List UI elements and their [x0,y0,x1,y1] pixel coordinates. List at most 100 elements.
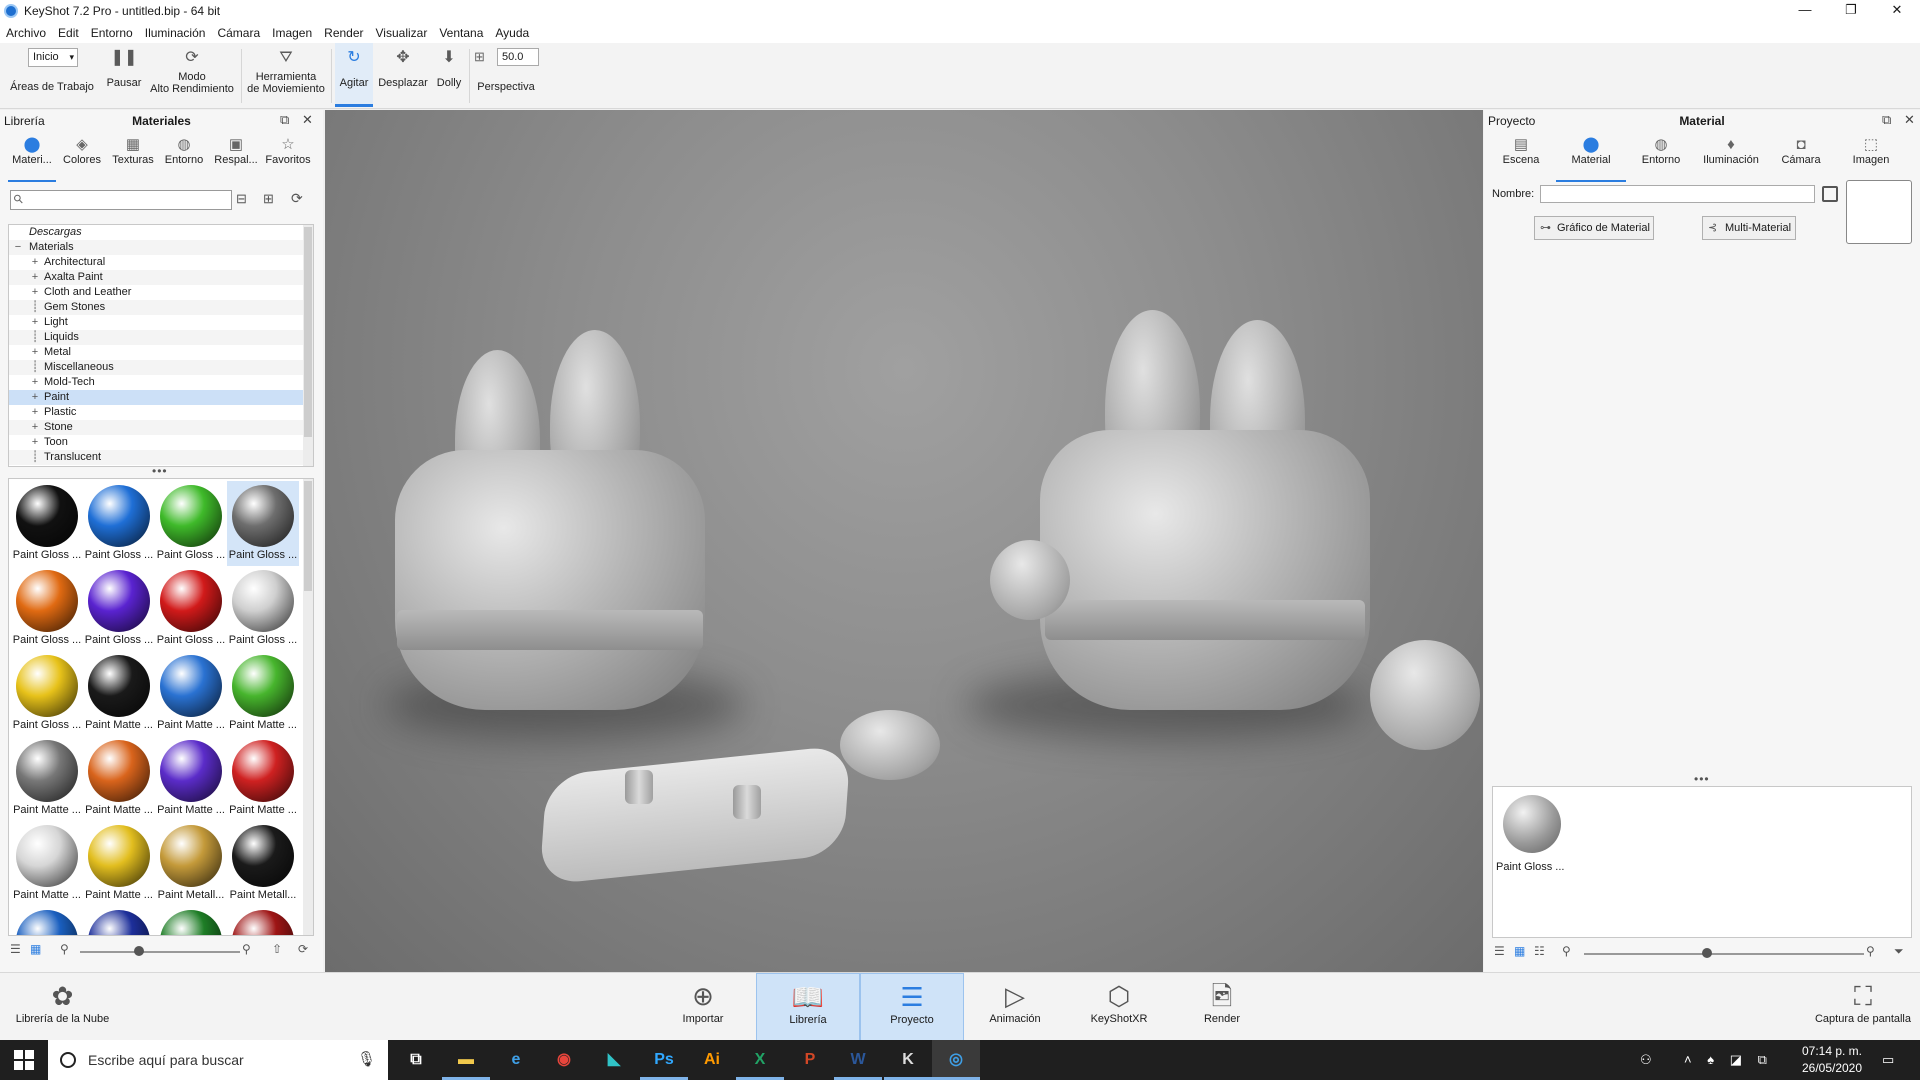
upload-icon[interactable]: ⇧ [272,942,282,956]
refresh-icon[interactable]: ⟳ [298,942,308,956]
tab-favorites[interactable]: ☆ Favoritos [262,132,314,182]
material-swatch[interactable]: Paint Gloss ... [83,481,155,566]
multi-material-button[interactable]: ⊰ Multi-Material [1702,216,1796,240]
expand-icon[interactable]: + [30,405,40,420]
zoom-slider[interactable] [1584,953,1864,955]
material-swatch[interactable]: Paint Matte ... [155,736,227,821]
material-swatch[interactable]: Paint Matte ... [83,651,155,736]
material-swatch[interactable]: Paint Metall... [155,906,227,935]
material-swatch[interactable]: Paint Metall... [83,906,155,935]
tumble-button[interactable]: ↻ Agitar [335,43,373,107]
tree-scrollbar[interactable] [303,225,313,466]
menu-ayuda[interactable]: Ayuda [489,26,535,40]
system-tray-icons[interactable]: ˄ ♠ ◪ ⧉ ♪ [1684,1040,1794,1080]
tree-item[interactable]: + Metal [9,345,313,360]
material-swatch[interactable]: Paint Metall... [227,906,299,935]
minimize-button[interactable]: — [1782,0,1828,22]
tab-environments[interactable]: ◍ Entorno [158,132,210,182]
material-swatch[interactable]: Paint Matte ... [227,736,299,821]
word-icon[interactable]: W [834,1040,882,1080]
zoom-slider[interactable] [80,951,240,953]
people-icon[interactable]: ⚇ [1640,1040,1652,1080]
expand-icon[interactable]: + [30,435,40,450]
close-icon[interactable]: ✕ [302,112,313,128]
tree-item[interactable]: + Light [9,315,313,330]
taskbar-search-box[interactable]: Escribe aquí para buscar 🎙 [48,1040,388,1080]
tab-textures[interactable]: ▦ Texturas [108,132,158,182]
zoom-in-icon[interactable]: ⚲ [242,942,251,956]
grid-scrollbar[interactable] [303,479,313,935]
expand-icon[interactable]: + [30,420,40,435]
menu-archivo[interactable]: Archivo [0,26,52,40]
tree-item[interactable]: + Plastic [9,405,313,420]
windows-start-button[interactable] [14,1050,34,1070]
tree-item[interactable]: + Architectural [9,255,313,270]
menu-imagen[interactable]: Imagen [266,26,318,40]
tree-item[interactable]: ┊ Gem Stones [9,300,313,315]
tree-item-downloads[interactable]: Descargas [9,225,313,240]
tree-item[interactable]: ┊ Liquids [9,330,313,345]
material-swatch[interactable]: Paint Matte ... [11,821,83,906]
grid-view-icon[interactable]: ▦ [1514,944,1525,958]
task-view-icon[interactable]: ⧉ [392,1040,440,1080]
microphone-icon[interactable]: 🎙 [357,1040,376,1080]
tree-item[interactable]: ┊ Translucent [9,450,313,465]
detail-view-icon[interactable]: ☷ [1534,944,1545,958]
app-icon[interactable]: ◣ [590,1040,638,1080]
expand-icon[interactable]: + [30,255,40,270]
keyshot-taskbar-icon[interactable]: K [884,1040,932,1080]
tree-item[interactable]: ┊ Miscellaneous [9,360,313,375]
material-swatch[interactable]: Paint Gloss ... [11,481,83,566]
tree-item-materials[interactable]: − Materials [9,240,313,255]
keyshotxr-button[interactable]: ⬡ KeyShotXR [1082,973,1156,1041]
illustrator-icon[interactable]: Ai [688,1040,736,1080]
menu-iluminacion[interactable]: Iluminación [139,26,212,40]
list-view-icon[interactable]: ☰ [10,942,21,956]
undock-icon[interactable]: ⧉ [1882,112,1891,128]
photoshop-icon[interactable]: Ps [640,1040,688,1080]
expand-icon[interactable]: + [30,390,40,405]
pan-button[interactable]: ✥ Desplazar [377,43,429,107]
grid-view-icon[interactable]: ▦ [30,942,41,956]
menu-visualizar[interactable]: Visualizar [370,26,434,40]
material-swatch[interactable]: Paint Matte ... [227,651,299,736]
tree-item[interactable]: + Cloth and Leather [9,285,313,300]
zoom-slider-knob[interactable] [134,946,144,956]
move-tool-button[interactable]: ⛛ Herramienta de Moviemiento [246,43,326,107]
library-search-input[interactable] [10,190,232,210]
close-button[interactable]: ✕ [1874,0,1920,22]
menu-render[interactable]: Render [318,26,369,40]
material-swatch[interactable]: Paint Gloss ... [11,651,83,736]
menu-camara[interactable]: Cámara [211,26,266,40]
tab-environment[interactable]: ◍ Entorno [1626,132,1696,182]
tab-scene[interactable]: ▤ Escena [1486,132,1556,182]
tab-image[interactable]: ⬚ Imagen [1836,132,1906,182]
zoom-slider-knob[interactable] [1702,948,1712,958]
tree-item[interactable]: + Toon [9,435,313,450]
material-swatch[interactable]: Paint Gloss ... [227,566,299,651]
material-swatch[interactable]: Paint Gloss ... [155,566,227,651]
tab-material[interactable]: ⬤ Material [1556,132,1626,182]
import-button[interactable]: ⊕ Importar [668,973,738,1041]
keyshot-active-icon[interactable]: ◎ [932,1040,980,1080]
material-swatch[interactable]: Paint Gloss ... [227,481,299,566]
scrollbar-thumb[interactable] [304,481,312,591]
pause-button[interactable]: ❚❚ Pausar [104,43,144,107]
undock-icon[interactable]: ⧉ [280,112,289,128]
tab-colors[interactable]: ◈ Colores [56,132,108,182]
material-swatch[interactable]: Paint Metall... [227,821,299,906]
folder-import-icon[interactable]: ⊟ [236,191,247,207]
maximize-button[interactable]: ❐ [1828,0,1874,22]
zoom-in-icon[interactable]: ⚲ [1866,944,1875,958]
tree-item[interactable]: + Mold-Tech [9,375,313,390]
render-viewport[interactable] [325,110,1483,972]
collapse-icon[interactable]: − [13,240,23,255]
screenshot-button[interactable]: ⛶ Captura de pantalla [1808,973,1918,1041]
material-swatch[interactable] [1503,795,1561,853]
tab-lighting[interactable]: ♦ Iluminación [1696,132,1766,182]
material-swatch[interactable]: Paint Gloss ... [83,566,155,651]
splitter-handle[interactable]: ••• [152,464,168,478]
scrollbar-thumb[interactable] [304,227,312,437]
splitter-handle[interactable]: ••• [1694,772,1710,786]
list-view-icon[interactable]: ☰ [1494,944,1505,958]
